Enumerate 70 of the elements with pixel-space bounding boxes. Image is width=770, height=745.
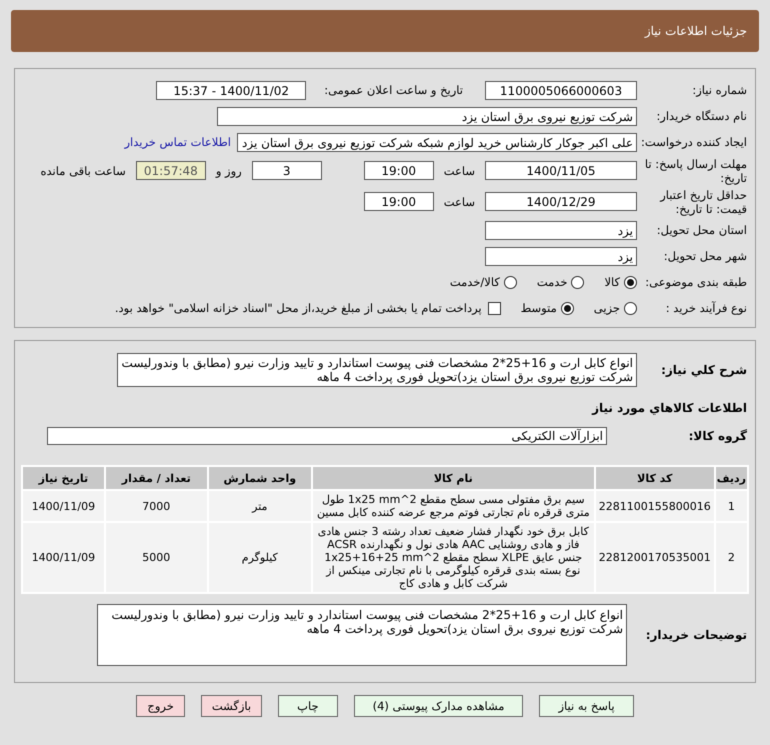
description-box: انواع کابل ارت و 16+25*2 مشخصات فنی پیوست استاندارد و تایید وزارت نیرو (مطابق با وندورلیست شرکت توزیع نیروی برق استان یزد)تحویل فوری پرداخت 4 ماهه — [117, 353, 637, 387]
field-label: ساعت — [442, 194, 476, 208]
checkbox[interactable] — [488, 302, 501, 314]
text-field[interactable]: 1100005066000603 — [485, 80, 637, 100]
text-field[interactable]: 1400/11/02 - 15:37 — [156, 80, 306, 100]
table-cell: کابل برق خود نگهدار فشار ضعیف تعداد رشته 3 جنس هادی فاز و هادی روشنایی AAC هادی نول و نگهدارنده ACSR جنس عایق XLPE سطح مقطع 2^1x25+16+25 mm نوع بسته بندی قرقره کیلوگرمی با نام تجارتی مینکس از شرکت کابل و هادی کاج — [312, 523, 594, 592]
radio-button[interactable] — [624, 276, 637, 288]
text-field[interactable]: ابزارآلات الکتریکی — [47, 427, 607, 445]
action-button[interactable]: بازگشت — [200, 695, 262, 717]
action-button[interactable]: مشاهده مدارک پیوستی (4) — [354, 695, 524, 717]
field-label: نام دستگاه خریدار: — [655, 109, 748, 123]
radio-button[interactable] — [560, 302, 574, 314]
field-label: مهلت ارسال پاسخ: تا تاریخ: — [644, 156, 748, 184]
option-label: کالا — [604, 275, 620, 289]
column-header: واحد شمارش — [208, 467, 311, 489]
radio-button[interactable] — [504, 276, 517, 288]
field-label: شماره نیاز: — [691, 83, 748, 97]
field-label: شرح کلي نياز: — [660, 363, 748, 377]
table-cell: 5000 — [106, 523, 207, 592]
checkbox-label: پرداخت تمام یا بخشی از مبلغ خرید،از محل "اسناد خزانه اسلامی" خواهد بود. — [114, 301, 482, 315]
field-label: گروه کالا: — [688, 429, 748, 443]
option-label: خدمت — [536, 275, 568, 289]
field-label: شهر محل تحویل: — [662, 249, 748, 263]
text-field[interactable]: 3 — [252, 161, 322, 180]
option-label: جزیی — [594, 301, 620, 315]
field-label: ساعت باقی مانده — [40, 164, 127, 178]
field-label: ساعت — [442, 164, 476, 178]
field-label: طبقه بندی موضوعی: — [644, 275, 748, 289]
column-header: ردیف — [716, 467, 747, 489]
text-field[interactable]: 1400/11/05 — [485, 161, 637, 180]
action-button[interactable]: پاسخ به نیاز — [539, 695, 634, 717]
field-label: نوع فرآیند خرید : — [664, 301, 748, 315]
action-button[interactable]: خروج — [136, 695, 185, 717]
table-cell: 1400/11/09 — [23, 523, 104, 592]
table-cell: 2281100155800016 — [596, 491, 714, 521]
table-cell: متر — [208, 491, 311, 521]
page-title: جزئیات اطلاعات نیاز — [644, 24, 747, 38]
field-label: تاریخ و ساعت اعلان عمومی: — [323, 83, 464, 97]
field-label: روز و — [214, 164, 243, 178]
text-field[interactable]: یزد — [485, 246, 637, 266]
text-field[interactable]: علی اکبر جوکار کارشناس خرید لوازم شبکه شرکت توزیع نیروی برق استان یزد — [237, 132, 637, 152]
field-label: ایجاد کننده درخواست: — [640, 135, 748, 149]
field-label: توضیحات خریدار: — [644, 628, 748, 642]
contact-link[interactable]: اطلاعات تماس خریدار — [124, 135, 231, 149]
table-cell: 2281200170535001 — [596, 523, 714, 592]
column-header: تاریخ نیاز — [23, 467, 104, 489]
option-label: کالا/خدمت — [450, 275, 500, 289]
action-button[interactable]: چاپ — [278, 695, 338, 717]
notes-box: انواع کابل ارت و 16+25*2 مشخصات فنی پیوست استاندارد و تایید وزارت نیرو (مطابق با وندورلیست شرکت توزیع نیروی برق استان یزد)تحویل فوری پرداخت 4 ماهه — [97, 604, 627, 666]
column-header: کد کالا — [596, 467, 714, 489]
table-cell: کیلوگرم — [208, 523, 311, 592]
option-label: متوسط — [520, 301, 557, 315]
table-cell: 7000 — [106, 491, 207, 521]
table-cell: 1400/11/09 — [23, 491, 104, 521]
text-field[interactable]: 19:00 — [364, 192, 434, 211]
section-title: اطلاعات کالاهاي مورد نياز — [590, 400, 748, 417]
table-cell: 1 — [716, 491, 747, 521]
radio-button[interactable] — [571, 276, 584, 288]
text-field[interactable]: 01:57:48 — [136, 161, 206, 180]
field-label: حداقل تاریخ اعتبار قیمت: تا تاریخ: — [658, 188, 748, 216]
text-field[interactable]: 19:00 — [364, 161, 434, 180]
table-cell: سیم برق مفتولی مسی سطح مقطع 2^1x25 mm طول متری قرقره نام تجارتی فوتم مرجع عرضه کننده کابل مسین — [312, 491, 594, 521]
table-cell: 2 — [716, 523, 747, 592]
field-label: استان محل تحویل: — [656, 223, 748, 237]
text-field[interactable]: شرکت توزیع نیروی برق استان یزد — [217, 106, 637, 126]
radio-button[interactable] — [624, 302, 637, 314]
column-header: تعداد / مقدار — [106, 467, 207, 489]
text-field[interactable]: یزد — [485, 220, 637, 240]
column-header: نام کالا — [312, 467, 594, 489]
text-field[interactable]: 1400/12/29 — [485, 192, 637, 211]
